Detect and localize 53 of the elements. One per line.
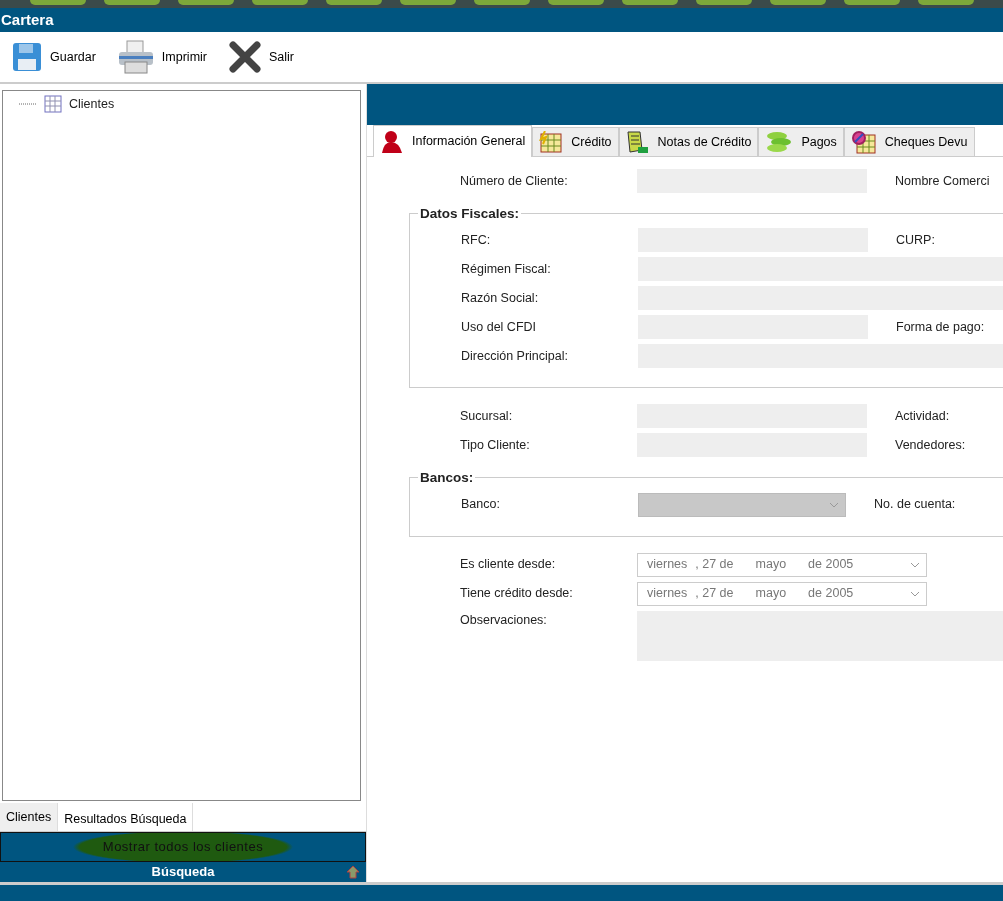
field-label: Actividad: xyxy=(895,407,950,425)
field-label: RFC: xyxy=(460,231,492,249)
document-icon xyxy=(625,130,650,154)
tab[interactable]: Cheques Devu xyxy=(843,127,975,156)
date-part: viernes xyxy=(647,585,688,603)
tab[interactable]: Información General xyxy=(373,125,533,157)
person-icon xyxy=(380,129,404,154)
tree-connector-icon xyxy=(19,102,37,106)
table-icon xyxy=(43,94,63,114)
chevron-down-icon xyxy=(910,590,920,597)
tab[interactable]: Crédito xyxy=(532,127,619,156)
printer-icon xyxy=(117,40,154,74)
chevron-down-icon xyxy=(910,561,920,568)
field-label: Uso del CFDI xyxy=(460,318,538,336)
date-part: mayo xyxy=(755,585,787,603)
field-label: Tiene crédito desde: xyxy=(459,585,574,603)
panel-tab[interactable]: Clientes xyxy=(0,803,59,831)
field-label: Es cliente desde: xyxy=(459,556,557,574)
spreadsheet-icon xyxy=(539,131,564,153)
date-part: mayo xyxy=(755,556,787,574)
date-part: de 2005 xyxy=(808,556,854,574)
field-label: Nombre Comerci xyxy=(895,172,990,190)
field-label: Tipo Cliente: xyxy=(459,436,531,454)
field-label: Vendedores: xyxy=(895,436,966,454)
toolbar-button[interactable]: Salir xyxy=(225,41,298,73)
cancelled-spreadsheet-icon xyxy=(850,130,877,154)
field-label: Régimen Fiscal: xyxy=(460,260,552,278)
date-picker[interactable]: viernes , 27 de mayo de 2005 xyxy=(637,552,927,577)
field-label: Sucursal: xyxy=(459,407,514,425)
field-label: Observaciones: xyxy=(459,611,548,629)
date-part: viernes xyxy=(647,556,688,574)
field-label: No. de cuenta: xyxy=(874,496,956,514)
field-label: CURP: xyxy=(896,231,935,249)
coins-icon xyxy=(765,131,794,153)
tree-item[interactable]: Clientes xyxy=(69,94,115,114)
date-part: , 27 de xyxy=(695,585,734,603)
toolbar-button[interactable]: Guardar xyxy=(8,42,100,72)
field-label: Forma de pago: xyxy=(896,318,985,336)
window-title: Cartera xyxy=(0,8,1003,32)
field-label: Número de Cliente: xyxy=(459,172,569,190)
close-icon xyxy=(229,41,261,73)
toolbar-button[interactable]: Imprimir xyxy=(113,40,211,74)
field-label: Razón Social: xyxy=(460,289,540,307)
tab[interactable]: Pagos xyxy=(758,127,844,156)
tab[interactable]: Notas de Crédito xyxy=(618,127,759,156)
search-bar: Búsqueda xyxy=(0,862,366,882)
chevron-down-icon xyxy=(829,501,839,508)
arrow-up-icon[interactable] xyxy=(346,865,360,879)
date-part: , 27 de xyxy=(695,556,734,574)
date-part: de 2005 xyxy=(808,585,854,603)
date-picker[interactable]: viernes , 27 de mayo de 2005 xyxy=(637,581,927,606)
field-label: Banco: xyxy=(460,496,501,514)
field-label: Dirección Principal: xyxy=(460,347,569,365)
